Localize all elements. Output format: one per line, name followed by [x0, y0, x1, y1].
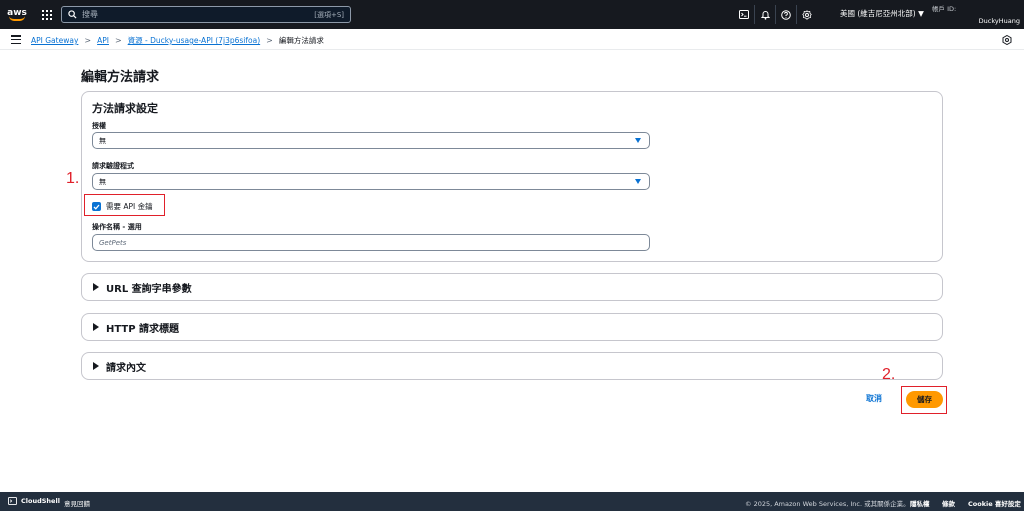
account-id-label: 帳戶 ID:: [932, 5, 957, 13]
help-icon: [781, 9, 791, 20]
annotation-number-1: 1.: [66, 170, 80, 187]
account-username: DuckyHuang: [978, 17, 1020, 25]
caret-right-icon: [93, 323, 99, 331]
footer: CloudShell 意見回饋 © 2025, Amazon Web Servi…: [0, 492, 1024, 511]
menu-icon[interactable]: [11, 35, 21, 44]
caret-down-icon: [635, 179, 641, 184]
chevron-right-icon: >: [266, 36, 273, 45]
breadcrumb-resources[interactable]: 資源 - Ducky-usage-API (7j3p6sifoa): [128, 35, 260, 46]
breadcrumb-api-gateway[interactable]: API Gateway: [31, 36, 78, 45]
cookie-preferences-link[interactable]: Cookie 喜好設定: [968, 498, 1021, 508]
validator-value: 無: [99, 177, 106, 186]
authorization-select[interactable]: 無: [92, 132, 650, 149]
search-input[interactable]: [82, 10, 315, 19]
section-label: HTTP 請求標題: [106, 323, 180, 335]
validator-label: 請求驗證程式: [92, 162, 134, 170]
chevron-right-icon: >: [84, 36, 92, 45]
section-http-headers[interactable]: HTTP 請求標題: [81, 313, 943, 341]
search-shortcut-hint: [選項+S]: [314, 10, 344, 19]
region-selector[interactable]: 美國 (維吉尼亞州北部) ▼: [840, 8, 924, 19]
breadcrumb-api[interactable]: API: [97, 36, 109, 45]
section-label: URL 查詢字串參數: [106, 283, 192, 295]
cloudshell-label: CloudShell: [21, 497, 60, 505]
authorization-label: 授權: [92, 122, 106, 130]
search-icon: [62, 10, 82, 19]
breadcrumb-bar: API Gateway > API > 資源 - Ducky-usage-API…: [0, 29, 1024, 50]
page-title: 編輯方法請求: [81, 70, 160, 85]
services-grid-icon[interactable]: [34, 0, 60, 29]
section-request-body[interactable]: 請求內文: [81, 352, 943, 380]
operation-name-input[interactable]: [92, 234, 650, 251]
annotation-number-2: 2.: [882, 366, 896, 383]
gear-icon: [802, 9, 812, 20]
cloudshell-button[interactable]: CloudShell: [8, 497, 60, 505]
privacy-link[interactable]: 隱私權: [910, 498, 930, 508]
cancel-button[interactable]: 取消: [866, 393, 882, 404]
caret-right-icon: [93, 283, 99, 291]
help-button[interactable]: [775, 5, 796, 24]
top-navigation: aws [選項+S] 美國 (維吉尼亞州北部) ▼: [0, 0, 1024, 29]
panel-title: 方法請求設定: [92, 102, 158, 115]
notifications-button[interactable]: [754, 5, 775, 24]
terminal-icon: [8, 497, 17, 505]
nav-icon-group: [733, 5, 817, 24]
terms-link[interactable]: 條款: [942, 498, 955, 508]
breadcrumb-current: 編輯方法請求: [278, 36, 324, 45]
aws-logo[interactable]: aws: [0, 0, 34, 29]
search-box: [選項+S]: [61, 6, 351, 23]
settings-button[interactable]: [796, 5, 817, 24]
cloudshell-nav-button[interactable]: [733, 5, 754, 24]
account-menu[interactable]: 帳戶 ID: DuckyHuang: [932, 3, 1020, 25]
copyright-text: © 2025, Amazon Web Services, Inc. 或其關係企業…: [745, 500, 910, 508]
section-url-query-params[interactable]: URL 查詢字串參數: [81, 273, 943, 301]
aws-smile-icon: [9, 16, 25, 21]
section-label: 請求內文: [106, 362, 146, 374]
terminal-icon: [738, 10, 749, 19]
caret-down-icon: [635, 138, 641, 143]
operation-name-label: 操作名稱 - 選用: [92, 223, 142, 231]
annotation-box-2: [901, 386, 947, 414]
chevron-right-icon: >: [114, 36, 122, 45]
bell-icon: [760, 10, 770, 20]
annotation-box-1: [84, 194, 165, 216]
authorization-value: 無: [99, 136, 106, 145]
breadcrumb: API Gateway > API > 資源 - Ducky-usage-API…: [31, 35, 324, 46]
validator-select[interactable]: 無: [92, 173, 650, 190]
page-settings-icon[interactable]: [1002, 35, 1012, 45]
feedback-link[interactable]: 意見回饋: [64, 498, 90, 508]
caret-right-icon: [93, 362, 99, 370]
method-request-settings-panel: 方法請求設定 授權 無 請求驗證程式 無 需要 API 金鑰 操作名稱 - 選用: [81, 91, 943, 262]
